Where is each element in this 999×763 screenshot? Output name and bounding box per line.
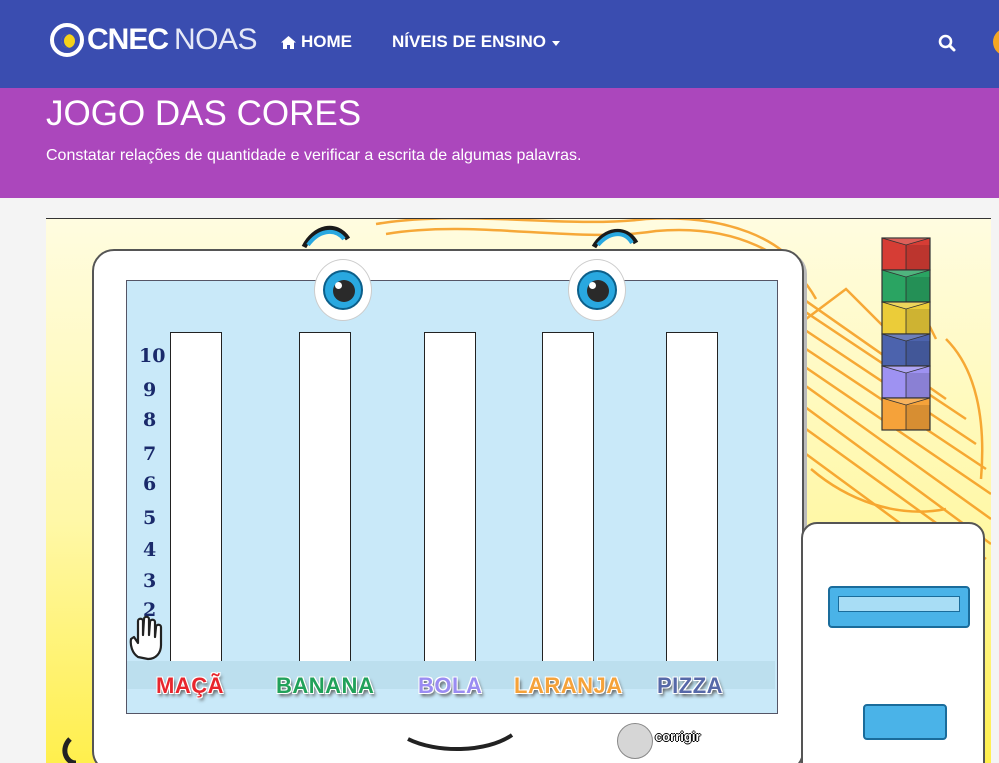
logo-text-secondary: NOAS bbox=[174, 23, 258, 56]
home-icon bbox=[281, 35, 296, 49]
page-subtitle: Constatar relações de quantidade e verif… bbox=[46, 147, 582, 164]
color-cube bbox=[881, 237, 931, 271]
color-cube bbox=[881, 269, 931, 303]
color-cube bbox=[881, 301, 931, 335]
color-cube bbox=[881, 365, 931, 399]
search-icon[interactable] bbox=[938, 34, 956, 52]
nav-niveis-dropdown[interactable]: NÍVEIS DE ENSINO bbox=[392, 32, 560, 52]
nav-home-link[interactable]: HOME bbox=[280, 32, 352, 52]
cnec-noas-logo[interactable]: CNEC NOAS bbox=[50, 18, 258, 62]
disk-drive bbox=[828, 586, 970, 628]
user-avatar[interactable] bbox=[993, 28, 999, 56]
nav-home-label: HOME bbox=[301, 32, 352, 51]
logo-mark-icon bbox=[50, 23, 84, 57]
game-canvas[interactable]: 10 9 8 7 6 5 4 3 2 MAÇÃ BANANA BOLA LARA… bbox=[46, 218, 991, 763]
page-title: JOGO DAS CORES bbox=[46, 94, 362, 133]
corrigir-label[interactable]: corrigir bbox=[655, 729, 701, 744]
computer-tower bbox=[801, 522, 985, 763]
logo-text-main: CNEC bbox=[87, 23, 169, 56]
chevron-down-icon bbox=[551, 40, 560, 46]
corrigir-button[interactable] bbox=[617, 723, 653, 759]
color-cube bbox=[881, 333, 931, 367]
nav-niveis-label: NÍVEIS DE ENSINO bbox=[392, 32, 546, 51]
color-cube bbox=[881, 397, 931, 431]
top-navbar: CNEC NOAS HOME NÍVEIS DE ENSINO bbox=[0, 0, 999, 88]
floppy-drive bbox=[863, 704, 947, 740]
